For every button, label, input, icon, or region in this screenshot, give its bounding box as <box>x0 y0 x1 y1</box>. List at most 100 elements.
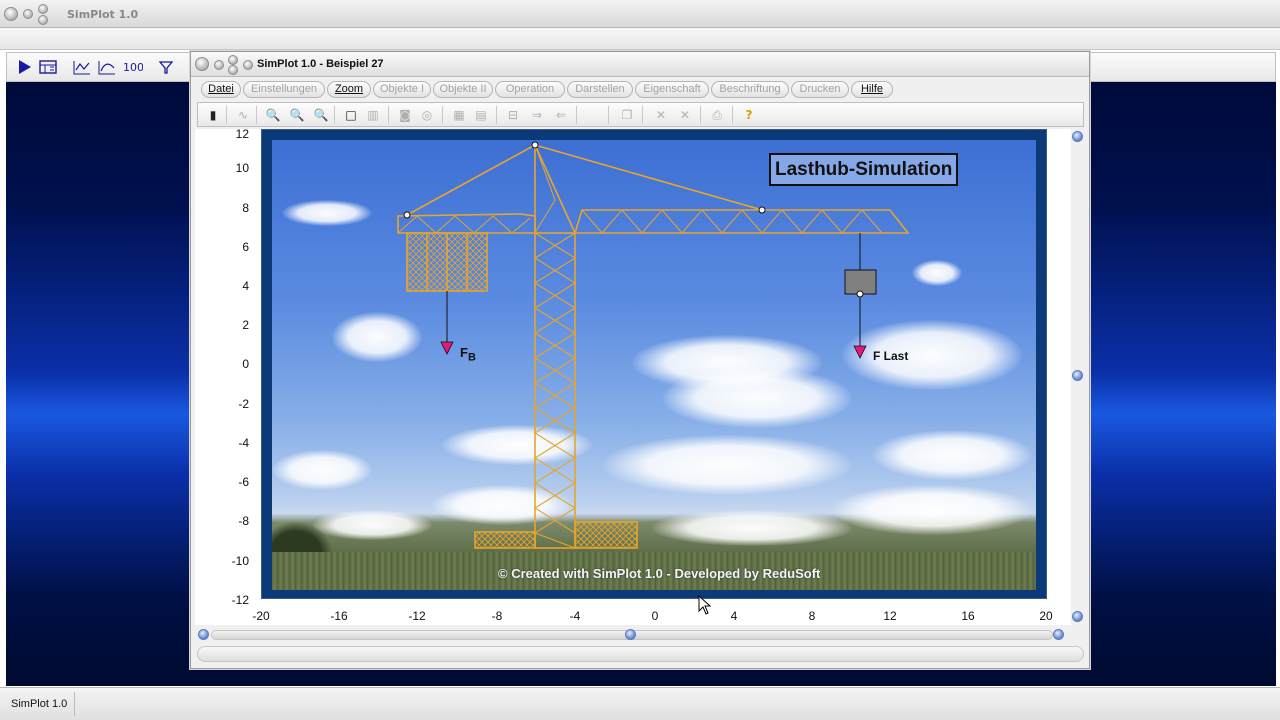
x-tick: 16 <box>961 609 975 623</box>
menu-eigenschaft[interactable]: Eigenschaft <box>635 81 709 98</box>
menu-beschriftung[interactable]: Beschriftung <box>711 81 789 98</box>
minimize-window-button[interactable] <box>23 9 33 19</box>
status-bar: SimPlot 1.0 <box>0 687 1280 720</box>
x-tick: 0 <box>651 609 659 623</box>
y-tick: 6 <box>242 240 249 254</box>
credit-text: © Created with SimPlot 1.0 - Developed b… <box>498 566 821 581</box>
menu-zoom[interactable]: Zoom <box>327 81 371 98</box>
toolbar-separator <box>642 106 643 124</box>
menu-datei[interactable]: Datei <box>201 81 241 98</box>
table-icon[interactable] <box>39 58 57 76</box>
vertical-scroll-thumb[interactable] <box>1072 370 1083 381</box>
document-window: SimPlot 1.0 - Beispiel 27 Datei Einstell… <box>190 51 1090 669</box>
x-tick: -16 <box>330 609 348 623</box>
grid-icon[interactable]: ▦ <box>450 106 468 124</box>
table-edit-icon[interactable]: ▤ <box>472 106 490 124</box>
zoom-icon[interactable]: 🔍 <box>288 106 306 124</box>
x-tick: 12 <box>883 609 897 623</box>
scroll-right-button[interactable] <box>1053 629 1064 640</box>
y-tick: 8 <box>242 201 249 215</box>
document-minimize-button[interactable] <box>214 60 224 70</box>
horizontal-scrollbar[interactable] <box>195 627 1069 643</box>
toolbar-separator <box>700 106 701 124</box>
circle-double-icon[interactable]: ◎ <box>418 106 436 124</box>
toolbar-separator <box>732 106 733 124</box>
menu-hilfe[interactable]: Hilfe <box>851 81 893 98</box>
xy-chart-icon[interactable] <box>98 58 116 76</box>
multi-rect-icon[interactable]: ▥ <box>364 106 382 124</box>
curve-icon[interactable]: ∿ <box>234 106 252 124</box>
menu-einstellungen[interactable]: Einstellungen <box>243 81 325 98</box>
outer-title-bar: SimPlot 1.0 <box>0 0 1280 28</box>
svg-text:100: 100 <box>123 61 143 74</box>
menu-eigenschaft-label: Eigenschaft <box>643 83 701 95</box>
menu-datei-label: Datei <box>208 83 234 95</box>
delete-all-icon[interactable]: ✕ <box>676 106 694 124</box>
vertical-scrollbar[interactable] <box>1069 129 1085 625</box>
x-tick: 4 <box>730 609 738 623</box>
circle-icon[interactable]: ◙ <box>396 106 414 124</box>
y-tick: -8 <box>238 514 249 528</box>
restore-window-button[interactable] <box>38 15 48 25</box>
y-tick: -10 <box>231 554 249 568</box>
zoom-in-icon[interactable]: 🔍 <box>312 106 330 124</box>
document-window-title: SimPlot 1.0 - Beispiel 27 <box>257 58 384 70</box>
document-menu-bar: Datei Einstellungen Zoom Objekte I Objek… <box>199 80 1085 100</box>
print-icon[interactable]: ⎙ <box>708 106 726 124</box>
menu-einstellungen-label: Einstellungen <box>250 83 318 95</box>
plot-frame[interactable]: Lasthub-Simulation FB F Last © Created w… <box>261 129 1047 599</box>
close-window-button[interactable] <box>4 7 18 21</box>
help-icon[interactable]: ? <box>740 106 758 124</box>
menu-objekte-2[interactable]: Objekte II <box>433 81 493 98</box>
toolbar-separator <box>442 106 443 124</box>
document-restore-button[interactable] <box>228 65 238 75</box>
menu-drucken-label: Drucken <box>799 83 841 95</box>
force-b-label: FB <box>460 345 476 364</box>
horizontal-scroll-thumb[interactable] <box>625 629 636 640</box>
line-chart-icon[interactable] <box>73 58 91 76</box>
y-tick: -6 <box>238 475 249 489</box>
force-load-label: F Last <box>873 349 909 363</box>
x-tick: -8 <box>491 609 503 623</box>
arrow-left-icon[interactable]: ⇐ <box>552 106 570 124</box>
outer-menu-bar <box>0 28 1280 50</box>
filter-icon[interactable] <box>157 58 175 76</box>
play-icon[interactable] <box>15 58 33 76</box>
rectangle-icon[interactable]: □ <box>342 106 360 124</box>
toolbar-separator <box>496 106 497 124</box>
document-system-button[interactable] <box>243 60 253 70</box>
document-close-button[interactable] <box>195 57 209 71</box>
chart-100-icon[interactable]: 100 <box>123 58 143 76</box>
toolbar-separator <box>256 106 257 124</box>
y-tick: 12 <box>235 127 249 141</box>
document-maximize-button[interactable] <box>228 55 238 65</box>
scroll-up-button[interactable] <box>1072 131 1083 142</box>
document-status-bar <box>197 646 1084 662</box>
outer-window-title: SimPlot 1.0 <box>67 8 139 21</box>
menu-objekte-1-label: Objekte I <box>379 83 425 95</box>
toolbar-separator <box>576 106 577 124</box>
delete-icon[interactable]: ✕ <box>652 106 670 124</box>
y-tick: -12 <box>231 593 249 607</box>
menu-objekte-2-label: Objekte II <box>439 83 487 95</box>
menu-beschriftung-label: Beschriftung <box>719 83 781 95</box>
calculator-icon[interactable]: ▮ <box>204 106 222 124</box>
align-icon[interactable]: ⊟ <box>504 106 522 124</box>
scroll-down-button[interactable] <box>1072 611 1083 622</box>
simulation-title: Lasthub-Simulation <box>769 153 959 186</box>
menu-operation[interactable]: Operation <box>495 81 565 98</box>
arrow-right-icon[interactable]: ⇒ <box>528 106 546 124</box>
zoom-out-icon[interactable]: 🔍 <box>264 106 282 124</box>
menu-drucken[interactable]: Drucken <box>791 81 849 98</box>
menu-objekte-1[interactable]: Objekte I <box>373 81 431 98</box>
maximize-window-button[interactable] <box>38 4 48 14</box>
toolbar-separator <box>388 106 389 124</box>
scroll-left-button[interactable] <box>198 629 209 640</box>
copy-icon[interactable]: ❐ <box>618 106 636 124</box>
counterweight-force <box>440 291 454 355</box>
plot-area: 12 10 8 6 4 2 0 -2 -4 -6 -8 -10 -12 Last… <box>195 127 1071 625</box>
document-title-bar: SimPlot 1.0 - Beispiel 27 <box>191 52 1089 77</box>
menu-darstellen[interactable]: Darstellen <box>567 81 633 98</box>
simulation-scene: Lasthub-Simulation FB F Last © Created w… <box>272 140 1036 590</box>
y-tick: 10 <box>235 161 249 175</box>
